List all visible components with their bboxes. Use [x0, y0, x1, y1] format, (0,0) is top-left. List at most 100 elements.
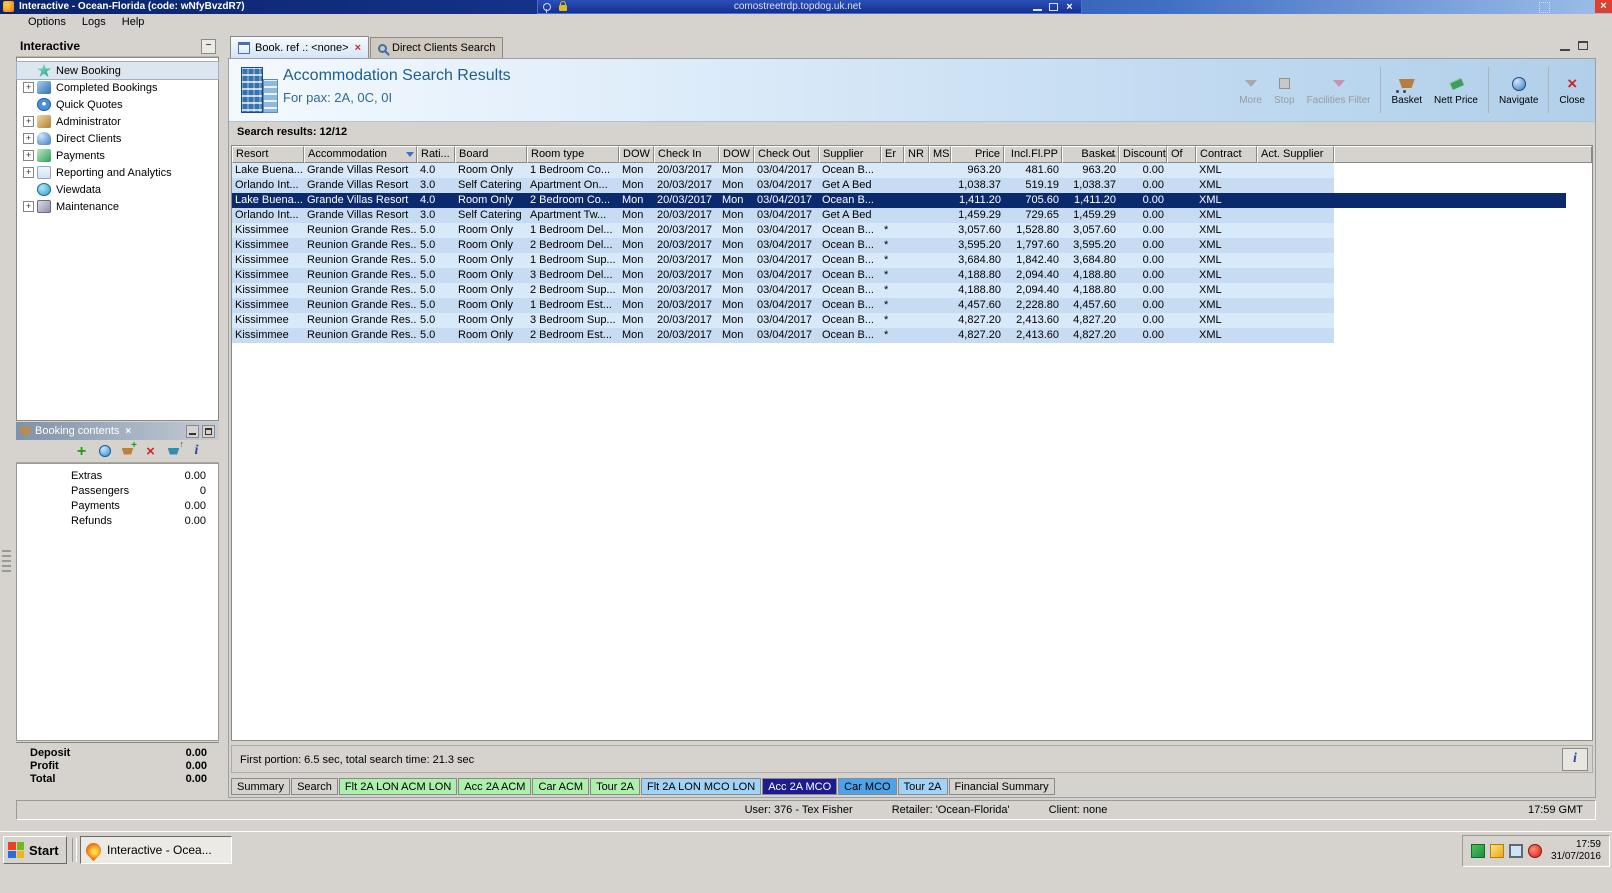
rdp-minimize-button[interactable] — [1031, 2, 1044, 12]
sidebar-item-completed-bookings[interactable]: + Completed Bookings — [17, 79, 218, 96]
rdp-restore-button[interactable] — [1047, 2, 1060, 12]
column-header-act-supplier[interactable]: Act. Supplier — [1257, 146, 1334, 163]
bottom-tab-financial-summary[interactable]: Financial Summary — [948, 778, 1055, 795]
panel-maximize-icon[interactable] — [202, 424, 215, 438]
table-row[interactable]: Lake Buena... Grande Villas Resort 4.0 Room… — [232, 193, 1566, 208]
table-row[interactable]: Kissimmee Reunion Grande Res... 5.0 Room On… — [232, 253, 1334, 268]
sidebar-item-payments[interactable]: + Payments — [17, 147, 218, 164]
world-icon[interactable] — [97, 444, 112, 459]
info-icon[interactable] — [189, 444, 204, 459]
table-row[interactable]: Kissimmee Reunion Grande Res... 5.0 Room On… — [232, 238, 1334, 253]
add-to-basket-icon[interactable] — [120, 440, 137, 459]
column-header-room-type[interactable]: Room type — [527, 146, 619, 163]
close-panel-icon[interactable]: × — [125, 426, 131, 437]
dock-grip[interactable] — [2, 550, 11, 572]
close-button[interactable]: Close — [1553, 75, 1591, 106]
table-row[interactable]: Orlando Int... Grande Villas Resort 3.0 Sel… — [232, 178, 1334, 193]
table-row[interactable]: Orlando Int... Grande Villas Resort 3.0 Sel… — [232, 208, 1334, 223]
table-row[interactable]: Lake Buena... Grande Villas Resort 4.0 Room… — [232, 163, 1334, 178]
table-row[interactable]: Kissimmee Reunion Grande Res... 5.0 Room On… — [232, 328, 1334, 343]
collapse-panel-button[interactable]: − — [201, 39, 216, 54]
booking-content-row[interactable]: Refunds 0.00 — [17, 514, 218, 529]
rdp-close-button[interactable]: × — [1063, 1, 1076, 12]
booking-contents-header[interactable]: Booking contents × — [16, 422, 219, 440]
column-header-check-out[interactable]: Check Out — [754, 146, 819, 163]
sidebar-item-quick-quotes[interactable]: Quick Quotes — [17, 96, 218, 113]
booking-content-row[interactable]: Payments 0.00 — [17, 499, 218, 514]
pin-icon[interactable] — [543, 2, 551, 13]
bottom-tab-flt-2a-lon-acm-lon[interactable]: Flt 2A LON ACM LON — [338, 778, 458, 795]
column-header-accommodation[interactable]: Accommodation — [304, 146, 417, 163]
table-row[interactable]: Kissimmee Reunion Grande Res... 5.0 Room On… — [232, 298, 1334, 313]
column-header-basket[interactable]: Basket — [1062, 146, 1119, 163]
expand-icon[interactable]: + — [23, 116, 34, 127]
column-header-er[interactable]: Er — [881, 146, 904, 163]
column-header-contract[interactable]: Contract — [1196, 146, 1257, 163]
booking-content-row[interactable]: Extras 0.00 — [17, 469, 218, 484]
security-icon[interactable] — [1489, 844, 1504, 858]
table-row[interactable]: Kissimmee Reunion Grande Res... 5.0 Room On… — [232, 223, 1334, 238]
column-header-discount[interactable]: Discount — [1119, 146, 1167, 163]
column-header-dow[interactable]: DOW — [619, 146, 654, 163]
bottom-tab-acc-2a-mco[interactable]: Acc 2A MCO — [762, 778, 838, 795]
sidebar-item-new-booking[interactable]: New Booking — [16, 61, 219, 80]
table-row[interactable]: Kissimmee Reunion Grande Res... 5.0 Room On… — [232, 313, 1334, 328]
column-header-of[interactable]: Of — [1167, 146, 1196, 163]
sidebar-item-viewdata[interactable]: Viewdata — [17, 181, 218, 198]
bottom-tab-tour-2a[interactable]: Tour 2A — [590, 778, 640, 795]
column-header-dow[interactable]: DOW — [719, 146, 754, 163]
mdi-minimize-icon[interactable] — [1560, 41, 1570, 51]
menu-item-options[interactable]: Options — [20, 14, 74, 31]
rdp-connection-bar[interactable]: comostreetrdp.topdog.uk.net × — [537, 0, 1082, 14]
basket-up-icon[interactable] — [166, 439, 185, 459]
column-header-ms[interactable]: MS — [929, 146, 951, 163]
bottom-tab-acc-2a-acm[interactable]: Acc 2A ACM — [458, 778, 532, 795]
mdi-maximize-icon[interactable] — [1578, 41, 1588, 50]
booking-content-row[interactable]: Passengers 0 — [17, 484, 218, 499]
tab-book-ref-none[interactable]: Book. ref .: <none> × — [230, 36, 370, 58]
column-header-nr[interactable]: NR — [904, 146, 929, 163]
session-close-button[interactable]: × — [1595, 0, 1612, 13]
menu-item-help[interactable]: Help — [114, 14, 153, 31]
facilities-filter-button[interactable]: Facilities Filter — [1301, 75, 1377, 106]
nett-price-button[interactable]: Nett Price — [1428, 75, 1484, 106]
more-button[interactable]: More — [1233, 75, 1268, 106]
basket-button[interactable]: Basket — [1385, 75, 1428, 106]
delete-icon[interactable] — [143, 444, 158, 459]
column-header-resort[interactable]: Resort — [232, 146, 304, 163]
display-icon[interactable] — [1508, 844, 1523, 858]
bottom-tab-tour-2a[interactable]: Tour 2A — [897, 778, 948, 795]
column-header-board[interactable]: Board — [455, 146, 527, 163]
start-button[interactable]: Start — [3, 836, 67, 864]
column-header-supplier[interactable]: Supplier — [819, 146, 881, 163]
expand-icon[interactable]: + — [23, 133, 34, 144]
add-icon[interactable] — [74, 444, 89, 459]
bottom-tab-summary[interactable]: Summary — [231, 778, 291, 795]
table-row[interactable]: Kissimmee Reunion Grande Res... 5.0 Room On… — [232, 283, 1334, 298]
sidebar-item-administrator[interactable]: + Administrator — [17, 113, 218, 130]
sidebar-item-maintenance[interactable]: + Maintenance — [17, 198, 218, 215]
tab-close-icon[interactable]: × — [355, 42, 361, 54]
info-button[interactable]: i — [1562, 748, 1588, 771]
table-row[interactable]: Kissimmee Reunion Grande Res... 5.0 Room On… — [232, 268, 1334, 283]
title-bar[interactable]: Interactive - Ocean-Florida (code: wNfyB… — [0, 0, 1612, 14]
navigate-button[interactable]: Navigate — [1493, 75, 1544, 106]
fullscreen-icon[interactable] — [1539, 2, 1550, 13]
taskbar-app-button[interactable]: Interactive - Ocea... — [80, 836, 232, 864]
expand-icon[interactable]: + — [23, 82, 34, 93]
column-header-check-in[interactable]: Check In — [654, 146, 719, 163]
column-header-rati[interactable]: Rati... — [417, 146, 455, 163]
panel-minimize-icon[interactable] — [186, 424, 199, 438]
bottom-tab-flt-2a-lon-mco-lon[interactable]: Flt 2A LON MCO LON — [640, 778, 762, 795]
sidebar-item-reporting-and-analytics[interactable]: + Reporting and Analytics — [17, 164, 218, 181]
tab-direct-clients-search[interactable]: Direct Clients Search — [370, 37, 504, 58]
column-header-price[interactable]: Price — [951, 146, 1004, 163]
expand-icon[interactable]: + — [23, 201, 34, 212]
network-icon[interactable] — [1470, 844, 1485, 858]
expand-icon[interactable]: + — [23, 167, 34, 178]
column-header-incl-fl-pp[interactable]: Incl.Fl.PP — [1004, 146, 1062, 163]
bottom-tab-car-acm[interactable]: Car ACM — [532, 778, 590, 795]
bottom-tab-car-mco[interactable]: Car MCO — [838, 778, 897, 795]
bottom-tab-search[interactable]: Search — [291, 778, 338, 795]
expand-icon[interactable]: + — [23, 150, 34, 161]
